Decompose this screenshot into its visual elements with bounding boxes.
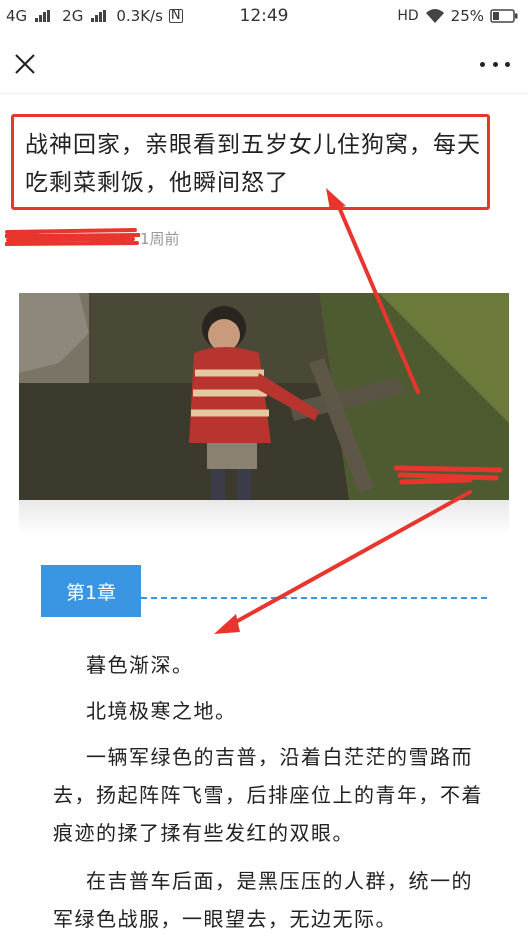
title-highlight-box: 战神回家，亲眼看到五岁女儿住狗窝，每天吃剩菜剩饭，他瞬间怒了 xyxy=(11,114,490,210)
close-button[interactable] xyxy=(12,51,38,77)
battery-icon xyxy=(490,9,518,23)
nav-bar xyxy=(0,36,528,94)
paragraph: 在吉普车后面，是黑压压的人群，统一的军绿色战服，一眼望去，无边无际。 xyxy=(53,869,473,931)
close-icon xyxy=(15,54,35,74)
wifi-icon xyxy=(425,9,444,23)
paragraph: 暮色渐深。 xyxy=(86,653,194,677)
child-photo xyxy=(19,293,509,500)
article-title: 战神回家，亲眼看到五岁女儿住狗窝，每天吃剩菜剩饭，他瞬间怒了 xyxy=(25,132,481,196)
paragraph: 一辆军绿色的吉普，沿着白茫茫的雪路而去，扬起阵阵飞雪，后排座位上的青年，不着痕迹… xyxy=(53,745,483,845)
hd-label: HD xyxy=(397,8,419,24)
author-redaction xyxy=(5,228,140,246)
paragraph: 北境极寒之地。 xyxy=(86,699,237,723)
status-bar: 4G 2G 0.3K/s N 12:49 HD 25% xyxy=(0,0,528,32)
image-shadow xyxy=(19,500,509,534)
more-icon xyxy=(480,61,485,67)
article-image xyxy=(19,293,509,500)
chapter-badge: 第1章 xyxy=(41,565,141,617)
publish-time: 1周前 xyxy=(140,230,180,248)
more-button[interactable] xyxy=(480,56,510,72)
battery-percent: 25% xyxy=(450,7,484,25)
chapter-divider xyxy=(141,597,487,599)
status-right: HD 25% xyxy=(397,7,518,25)
